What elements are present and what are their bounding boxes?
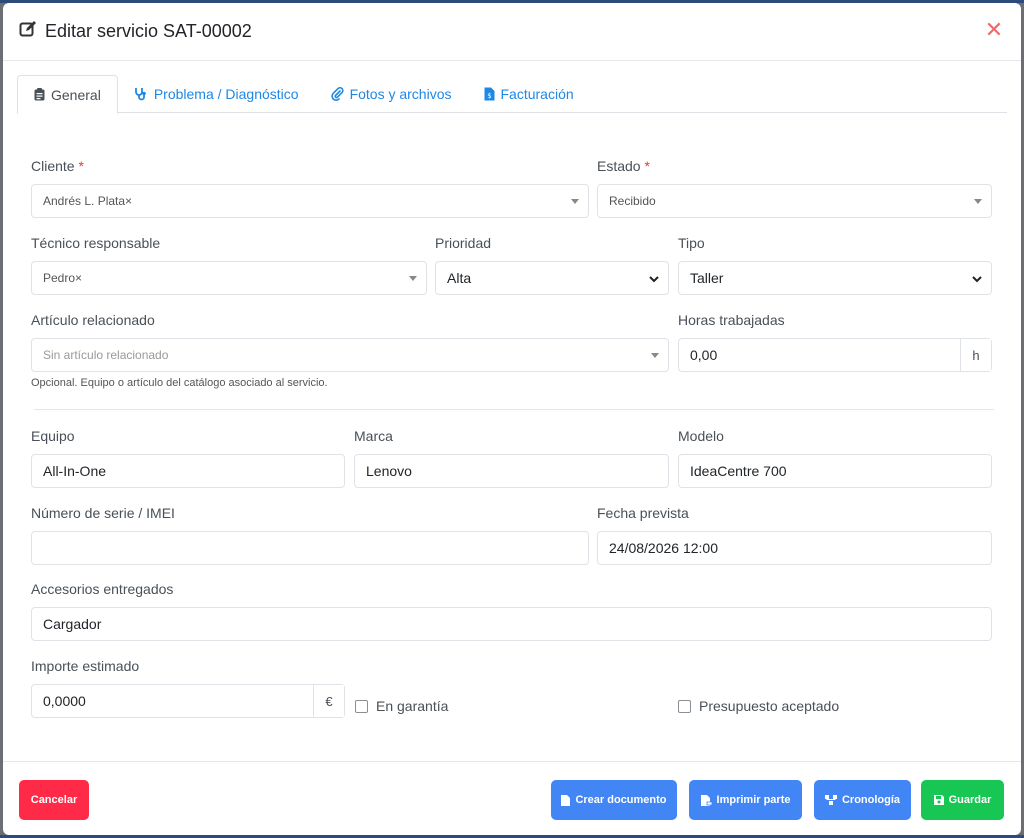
prioridad-label: Prioridad (435, 235, 492, 251)
close-icon[interactable]: ✕ (983, 20, 1005, 42)
modal-footer: Cancelar Crear documento Imprimir parte … (3, 761, 1021, 835)
garantia-checkbox[interactable]: En garantía (355, 698, 448, 714)
tab-problema-diagnostico[interactable]: Problema / Diagnóstico (118, 75, 315, 113)
tipo-label: Tipo (678, 235, 705, 251)
fecha-input[interactable]: 24/08/2026 12:00 (597, 531, 992, 565)
fecha-label: Fecha prevista (597, 505, 689, 521)
cronologia-button[interactable]: Cronología (814, 780, 911, 820)
accesorios-value: Cargador (43, 616, 102, 632)
presupuesto-checkbox-box[interactable] (678, 699, 691, 713)
chevron-down-icon (571, 199, 579, 204)
tab-facturacion[interactable]: $ Facturación (468, 75, 590, 113)
save-button[interactable]: Guardar (921, 780, 1004, 820)
crear-documento-button[interactable]: Crear documento (551, 780, 677, 820)
imprimir-parte-button[interactable]: Imprimir parte (689, 780, 802, 820)
modelo-value: IdeaCentre 700 (690, 463, 787, 479)
invoice-icon: $ (484, 87, 494, 101)
timeline-icon (824, 795, 837, 805)
tipo-value: Taller (690, 270, 724, 286)
horas-input[interactable]: 0,00 h (678, 338, 992, 372)
tipo-select[interactable]: Taller (678, 261, 992, 295)
cancel-button[interactable]: Cancelar (19, 780, 89, 820)
estado-select[interactable]: Recibido (597, 184, 992, 218)
tab-bar: General Problema / Diagnóstico Fotos y a… (17, 75, 1007, 114)
fecha-value: 24/08/2026 12:00 (609, 540, 718, 556)
modelo-label: Modelo (678, 428, 724, 444)
tab-fotos-label: Fotos y archivos (349, 86, 452, 102)
presupuesto-checkbox[interactable]: Presupuesto aceptado (678, 698, 839, 714)
imprimir-parte-label: Imprimir parte (716, 794, 791, 806)
clipboard-icon (34, 88, 45, 101)
edit-icon (19, 20, 37, 43)
cliente-value: Andrés L. Plata× (43, 194, 133, 208)
chevron-down-icon (972, 276, 982, 283)
tab-facturacion-label: Facturación (500, 86, 574, 102)
chevron-down-icon (409, 276, 417, 281)
importe-unit: € (313, 685, 344, 717)
save-label: Guardar (948, 794, 992, 806)
estado-value: Recibido (609, 194, 656, 208)
serie-label: Número de serie / IMEI (31, 505, 175, 521)
tab-general-label: General (51, 86, 101, 103)
tecnico-label: Técnico responsable (31, 235, 161, 251)
articulo-label: Artículo relacionado (31, 312, 155, 328)
cliente-label: Cliente * (31, 158, 84, 174)
chevron-down-icon (649, 276, 659, 283)
crear-documento-label: Crear documento (575, 794, 667, 806)
modal-title: Editar servicio SAT-00002 (45, 21, 252, 41)
presupuesto-label: Presupuesto aceptado (699, 698, 840, 714)
horas-label: Horas trabajadas (678, 312, 785, 328)
equipo-input[interactable]: All-In-One (31, 454, 345, 488)
floppy-disk-icon (933, 795, 944, 805)
tecnico-select[interactable]: Pedro× (31, 261, 427, 295)
file-icon (561, 794, 571, 806)
tecnico-value: Pedro× (43, 271, 83, 285)
articulo-placeholder: Sin artículo relacionado (43, 348, 169, 362)
importe-input[interactable]: 0,0000 € (31, 684, 345, 718)
articulo-help-text: Opcional. Equipo o artículo del catálogo… (31, 377, 328, 389)
paperclip-icon (330, 87, 344, 101)
edit-service-modal: Editar servicio SAT-00002 ✕ General Prob… (3, 3, 1021, 835)
articulo-select[interactable]: Sin artículo relacionado (31, 338, 669, 372)
marca-value: Lenovo (366, 463, 412, 479)
importe-value: 0,0000 (43, 693, 86, 709)
stethoscope-icon (134, 88, 146, 101)
svg-text:$: $ (487, 92, 491, 100)
equipo-label: Equipo (31, 428, 75, 444)
importe-label: Importe estimado (31, 658, 140, 674)
accesorios-label: Accesorios entregados (31, 581, 174, 597)
equipo-value: All-In-One (43, 463, 107, 479)
cronologia-label: Cronología (841, 794, 901, 806)
chevron-down-icon (651, 353, 659, 358)
tab-fotos-archivos[interactable]: Fotos y archivos (315, 75, 468, 113)
chevron-down-icon (974, 199, 982, 204)
marca-label: Marca (354, 428, 393, 444)
garantia-label: En garantía (376, 698, 449, 714)
marca-input[interactable]: Lenovo (354, 454, 669, 488)
prioridad-value: Alta (447, 270, 472, 286)
tab-general[interactable]: General (17, 75, 118, 114)
file-print-icon (700, 794, 712, 806)
modal-header: Editar servicio SAT-00002 ✕ (3, 3, 1021, 61)
serie-input[interactable] (31, 531, 589, 565)
garantia-checkbox-box[interactable] (355, 699, 368, 713)
estado-label: Estado * (597, 158, 650, 174)
cancel-label: Cancelar (30, 794, 78, 806)
cliente-select[interactable]: Andrés L. Plata× (31, 184, 589, 218)
modelo-input[interactable]: IdeaCentre 700 (678, 454, 992, 488)
accesorios-input[interactable]: Cargador (31, 607, 992, 641)
tab-problema-label: Problema / Diagnóstico (153, 86, 299, 102)
section-divider (34, 409, 994, 410)
horas-unit: h (960, 339, 991, 371)
prioridad-select[interactable]: Alta (435, 261, 669, 295)
horas-value: 0,00 (690, 347, 718, 363)
